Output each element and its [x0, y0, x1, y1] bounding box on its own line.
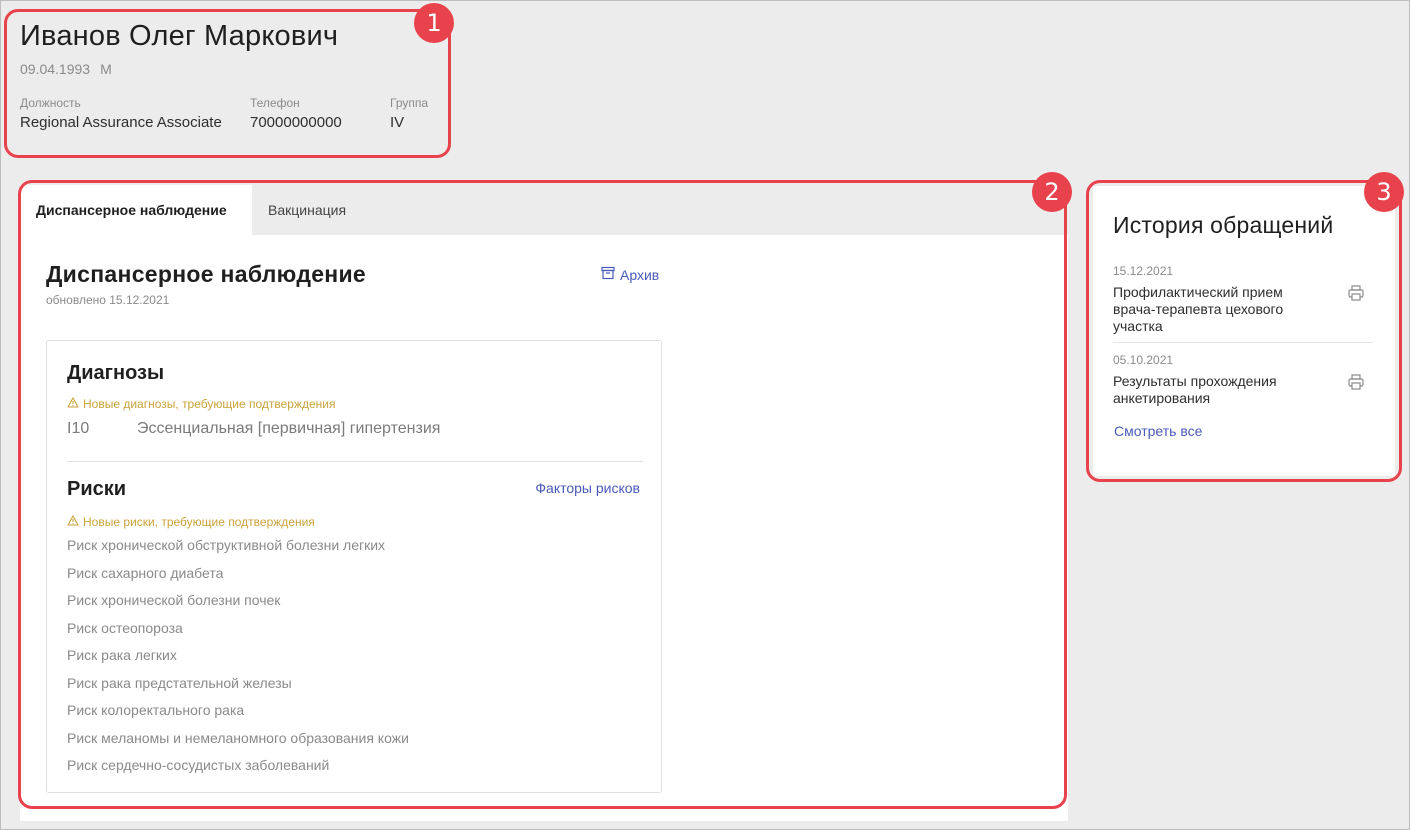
warning-icon	[67, 515, 79, 529]
diagnoses-warning-text: Новые диагнозы, требующие подтверждения	[83, 397, 336, 411]
patient-birthdate: 09.04.1993	[20, 61, 91, 77]
printer-icon[interactable]	[1347, 373, 1365, 391]
list-item: Риск рака предстательной железы	[67, 674, 292, 691]
list-item: Риск сердечно-сосудистых заболеваний	[67, 757, 330, 773]
see-all-link[interactable]: Смотреть все	[1114, 423, 1202, 439]
patient-fields: Должность Regional Assurance Associate Т…	[20, 96, 450, 136]
callout-badge-2: 2	[1032, 172, 1072, 212]
group-value: IV	[390, 114, 405, 131]
patient-header: Иванов Олег Маркович 09.04.1993 М Должнос…	[20, 20, 450, 155]
list-item: Риск остеопороза	[67, 619, 183, 636]
position-label: Должность	[20, 96, 81, 110]
callout-badge-3: 3	[1364, 172, 1404, 212]
tab-vaccination[interactable]: Вакцинация	[252, 185, 362, 235]
diagnosis-name: Эссенциальная [первичная] гипертензия	[137, 420, 441, 437]
list-item: Риск хронической обструктивной болезни л…	[67, 537, 386, 553]
printer-icon[interactable]	[1347, 284, 1365, 302]
section-title: Диспансерное наблюдение	[46, 261, 367, 287]
position-value: Regional Assurance Associate	[20, 114, 222, 131]
risks-warning: Новые риски, требующие подтверждения	[67, 515, 315, 529]
history-item[interactable]: 05.10.2021 Результаты прохождения анкети…	[1113, 353, 1373, 407]
list-item: Риск меланомы и немеланомного образовани…	[67, 729, 409, 746]
archive-link[interactable]: Архив	[601, 266, 659, 283]
tab-dispensary[interactable]: Диспансерное наблюдение	[20, 185, 252, 235]
phone-value: 70000000000	[250, 114, 342, 131]
diagnoses-title: Диагнозы	[67, 362, 165, 384]
diagnoses-risks-card: Диагнозы Новые диагнозы, требующие подтв…	[46, 340, 662, 793]
history-date: 15.12.2021	[1113, 264, 1174, 278]
diagnoses-warning: Новые диагнозы, требующие подтверждения	[67, 397, 336, 411]
tab-bar: Диспансерное наблюдение Вакцинация	[20, 185, 1068, 235]
risk-list: Риск хронической обструктивной болезни л…	[67, 535, 409, 783]
diagnosis-code: I10	[67, 420, 90, 437]
position-field: Должность Regional Assurance Associate	[20, 96, 222, 131]
archive-label: Архив	[620, 266, 660, 283]
phone-field: Телефон 70000000000	[250, 96, 342, 131]
group-field: Группа IV	[390, 96, 428, 131]
history-item[interactable]: 15.12.2021 Профилактический прием врача-…	[1113, 264, 1373, 335]
risks-title: Риски	[67, 478, 127, 500]
history-text: Результаты прохождения анкетирования	[1113, 373, 1277, 406]
list-item: Риск колоректального рака	[67, 702, 245, 718]
divider	[67, 461, 643, 462]
updated-date: обновлено 15.12.2021	[46, 293, 170, 307]
history-date: 05.10.2021	[1113, 353, 1174, 367]
history-title: История обращений	[1113, 212, 1334, 238]
risk-factors-link[interactable]: Факторы рисков	[535, 480, 640, 496]
diagnosis-row: I10 Эссенциальная [первичная] гипертензия	[67, 420, 440, 438]
patient-sex: М	[100, 61, 112, 77]
callout-badge-1: 1	[414, 3, 454, 43]
warning-icon	[67, 397, 79, 411]
archive-icon	[601, 266, 615, 283]
phone-label: Телефон	[250, 96, 300, 110]
patient-name: Иванов Олег Маркович	[20, 20, 339, 52]
history-card: История обращений 15.12.2021 Профилактич…	[1093, 186, 1395, 476]
history-text: Профилактический прием врача-терапевта ц…	[1113, 284, 1284, 334]
list-item: Риск хронической болезни почек	[67, 592, 281, 608]
dispensary-card: Диспансерное наблюдение Вакцинация Диспа…	[20, 185, 1068, 821]
risks-warning-text: Новые риски, требующие подтверждения	[83, 515, 315, 529]
patient-meta: 09.04.1993 М	[20, 61, 450, 77]
group-label: Группа	[390, 96, 429, 110]
list-item: Риск рака легких	[67, 647, 177, 663]
history-divider	[1113, 342, 1373, 343]
list-item: Риск сахарного диабета	[67, 564, 224, 581]
